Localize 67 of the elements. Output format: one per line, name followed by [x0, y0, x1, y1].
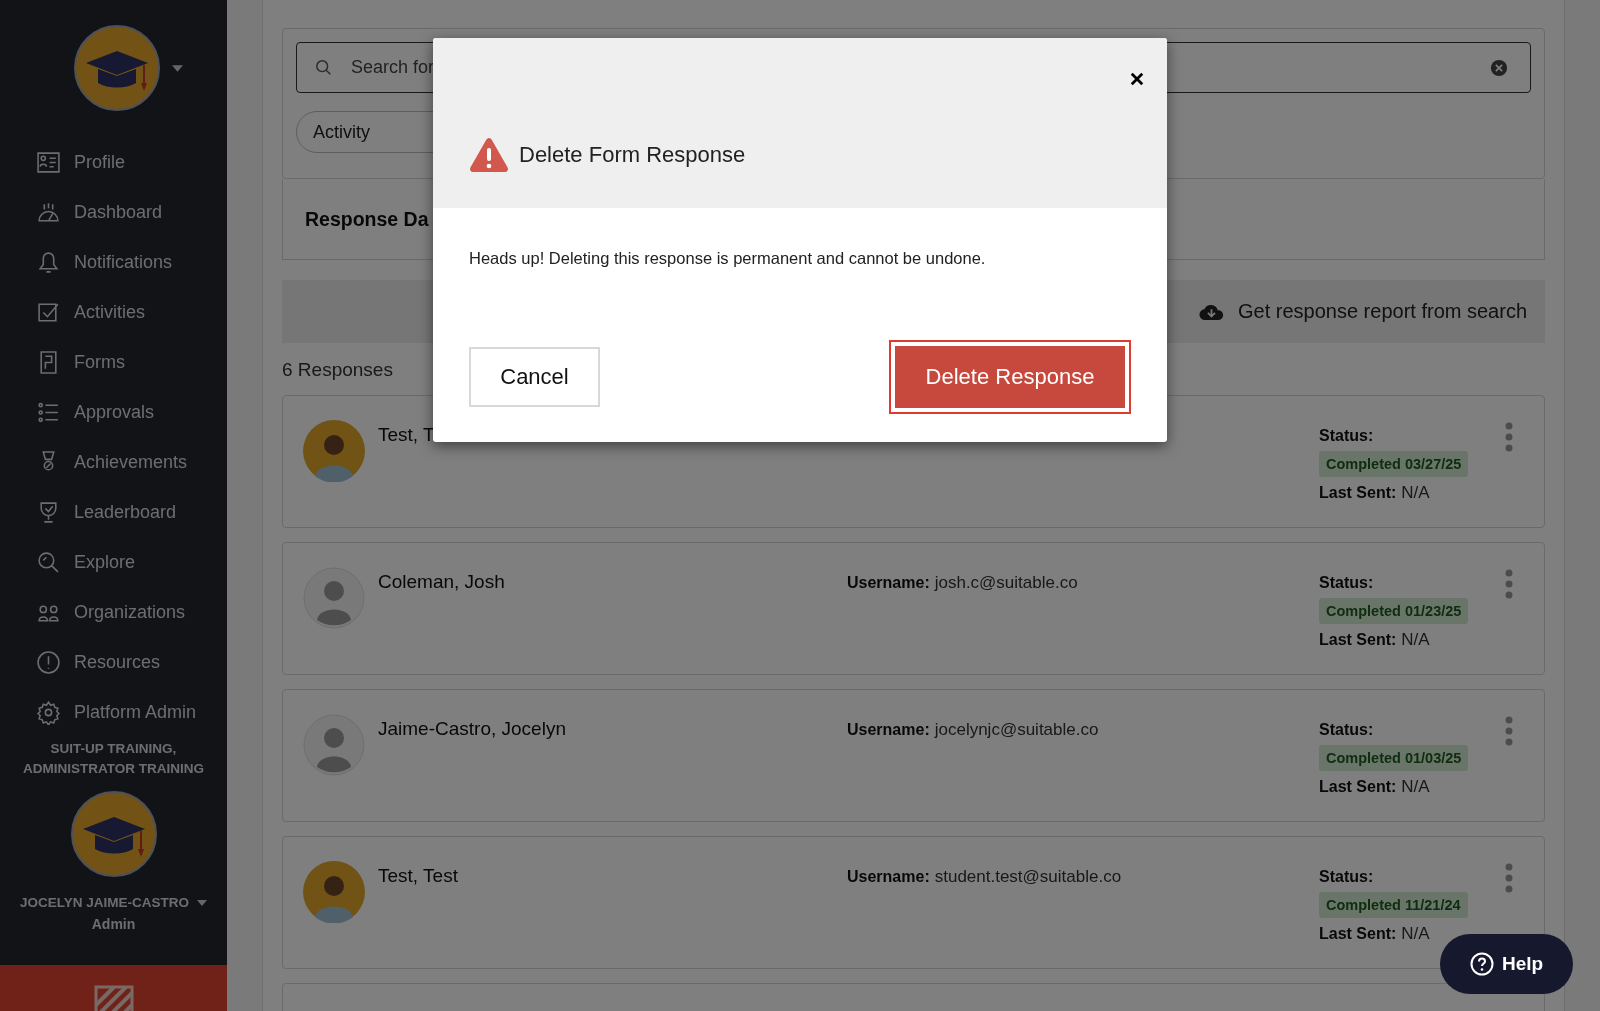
dialog-message: Heads up! Deleting this response is permanent and cannot be undone.: [469, 249, 987, 268]
nav-item[interactable]: Approvals: [0, 387, 227, 437]
id-card-icon: [36, 149, 61, 175]
status-label: Status:: [1319, 427, 1374, 445]
nav-item[interactable]: Organizations: [0, 587, 227, 637]
delete-button[interactable]: Delete Response: [891, 342, 1129, 412]
nav-item[interactable]: Platform Admin: [0, 687, 227, 737]
search-icon: [36, 549, 61, 575]
status-badge: Completed 11/21/24: [1319, 892, 1468, 918]
more-options-icon[interactable]: [1504, 422, 1514, 452]
username-label: Username:: [847, 868, 930, 885]
warning-icon: [469, 137, 509, 173]
username-value: jocelynjc@suitable.co: [934, 720, 1099, 739]
username-value: student.test@suitable.co: [934, 867, 1122, 886]
cloud-download-icon: [1199, 302, 1224, 321]
report-link[interactable]: Get response report from search: [1199, 300, 1527, 323]
last-sent-label: Last Sent:: [1319, 925, 1397, 942]
gear-icon: [36, 699, 61, 725]
username-value: josh.c@suitable.co: [934, 573, 1078, 592]
last-sent-label: Last Sent:: [1319, 484, 1397, 501]
section-title: Response Da: [305, 207, 429, 231]
nav-item[interactable]: Profile: [0, 137, 227, 187]
caret-icon[interactable]: [172, 64, 183, 72]
respondent-name: Test, T: [378, 424, 436, 446]
status-badge: Completed 03/27/25: [1319, 451, 1469, 477]
status-label: Status:: [1319, 868, 1374, 886]
info-icon: [36, 649, 61, 675]
nav-item[interactable]: Forms: [0, 337, 227, 387]
status-label: Status:: [1319, 721, 1374, 739]
more-options-icon[interactable]: [1504, 716, 1514, 746]
respondent-name: Jaime-Castro, Jocelyn: [378, 718, 567, 740]
close-icon[interactable]: [1130, 72, 1144, 86]
nav-item[interactable]: Notifications: [0, 237, 227, 287]
last-sent-value: N/A: [1401, 924, 1430, 943]
search-icon: [315, 58, 333, 77]
bell-icon: [36, 249, 61, 275]
nav-item[interactable]: Achievements: [0, 437, 227, 487]
respondent-name: Coleman, Josh: [378, 571, 506, 593]
user-role: Admin: [91, 916, 136, 932]
cancel-button[interactable]: Cancel: [469, 347, 600, 407]
nav-item[interactable]: Dashboard: [0, 187, 227, 237]
last-sent-value: N/A: [1401, 483, 1430, 502]
graduation-cap-logo[interactable]: [74, 25, 160, 111]
last-sent-label: Last Sent:: [1319, 778, 1397, 795]
user-name: JOCELYN JAIME-CASTRO: [20, 895, 189, 910]
last-sent-label: Last Sent:: [1319, 631, 1397, 648]
clear-icon[interactable]: [1490, 58, 1508, 77]
nav-item[interactable]: Leaderboard: [0, 487, 227, 537]
nav-item[interactable]: Resources: [0, 637, 227, 687]
nav-item[interactable]: Activities: [0, 287, 227, 337]
caret-icon[interactable]: [197, 899, 207, 906]
last-sent-value: N/A: [1401, 777, 1430, 796]
more-options-icon[interactable]: [1504, 569, 1514, 599]
help-button[interactable]: Help: [1440, 934, 1573, 994]
status-label: Status:: [1319, 574, 1374, 592]
last-sent-value: N/A: [1401, 630, 1430, 649]
more-options-icon[interactable]: [1504, 863, 1514, 893]
status-badge: Completed 01/03/25: [1319, 745, 1469, 771]
username-label: Username:: [847, 574, 930, 591]
username-label: Username:: [847, 721, 930, 738]
question-icon: [1469, 952, 1494, 976]
organization-name: SUIT-UP TRAINING, ADMINISTRATOR TRAINING: [22, 740, 205, 778]
status-badge: Completed 01/23/25: [1319, 598, 1469, 624]
nav-item[interactable]: Explore: [0, 537, 227, 587]
search-input[interactable]: Search for: [349, 56, 1490, 79]
response-count: 6 Responses: [282, 359, 393, 380]
respondent-name: Test, Test: [378, 865, 459, 887]
